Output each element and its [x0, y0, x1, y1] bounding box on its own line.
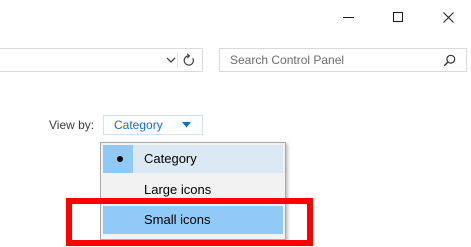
minimize-button[interactable] [325, 0, 371, 34]
address-bar[interactable] [0, 48, 203, 72]
menu-item-large-icons[interactable]: Large icons [103, 176, 283, 204]
refresh-icon[interactable] [182, 53, 196, 68]
maximize-button[interactable] [375, 0, 421, 34]
close-icon [442, 11, 454, 23]
address-bar-separator [177, 53, 178, 68]
view-by-dropdown[interactable]: Category [103, 115, 203, 135]
search-input[interactable]: Search Control Panel [219, 48, 467, 72]
dropdown-arrow-icon [182, 122, 191, 128]
minimize-icon [342, 16, 354, 18]
view-by-menu: Category Large icons Small icons [100, 142, 286, 240]
chevron-down-icon[interactable] [165, 56, 177, 65]
search-icon[interactable] [443, 54, 456, 67]
close-button[interactable] [425, 0, 471, 34]
menu-item-label: Category [144, 151, 197, 166]
menu-item-label: Small icons [144, 212, 211, 227]
view-by-label: View by: [49, 118, 95, 132]
radio-bullet-icon [117, 156, 123, 162]
view-by-selected-value: Category [114, 118, 163, 132]
menu-item-small-icons[interactable]: Small icons [103, 206, 283, 234]
control-panel-window: Search Control Panel View by: Category C… [0, 0, 471, 247]
menu-item-category[interactable]: Category [103, 145, 283, 173]
search-placeholder: Search Control Panel [230, 53, 345, 67]
menu-item-label: Large icons [144, 182, 212, 197]
maximize-icon [393, 12, 403, 22]
